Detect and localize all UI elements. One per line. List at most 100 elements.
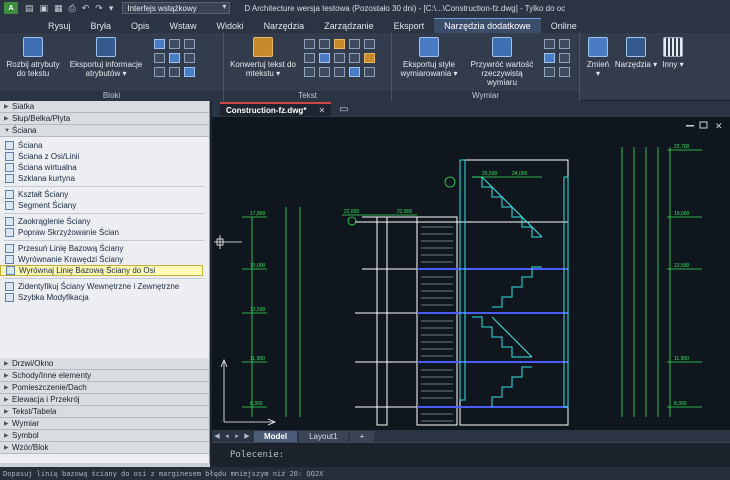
export-attributes-button[interactable]: Eksportuj informacje atrybutów ▾ <box>66 37 146 78</box>
text-tool-icon[interactable] <box>364 53 375 63</box>
add-layout-button[interactable]: + <box>349 430 375 442</box>
tool-palette: ▶ Siatka ▶ Słup/Belka/Płyta ▼ Ściana Ściana… <box>0 101 210 463</box>
undo-icon[interactable]: ↶ <box>82 3 90 14</box>
palette-item-wall[interactable]: Ściana <box>0 140 209 151</box>
tab-widoki[interactable]: Widoki <box>207 18 254 33</box>
text-tool-icon[interactable] <box>319 67 330 77</box>
workspace-select[interactable]: Interfejs wstążkowy <box>122 2 231 14</box>
tab-online[interactable]: Online <box>541 18 587 33</box>
palette-item-align-baseline-to-axis[interactable]: Wyrównaj Linię Bazową Ściany do Osi <box>0 265 203 276</box>
prev-layout-icon[interactable]: ◂ <box>222 432 232 440</box>
palette-item-align-edge[interactable]: Wyrównanie Krawędzi Ściany <box>0 254 209 265</box>
block-tool-icon[interactable] <box>154 53 165 63</box>
palette-item-wall-segment[interactable]: Segment Ściany <box>0 200 209 211</box>
palette-item-curtain-wall[interactable]: Szklana kurtyna <box>0 173 209 184</box>
text-tool-icon[interactable] <box>349 53 360 63</box>
tab-layout1[interactable]: Layout1 <box>299 430 348 442</box>
text-tool-icon[interactable] <box>349 67 360 77</box>
text-tool-icon[interactable] <box>304 67 315 77</box>
tools-button[interactable]: Narzędzia ▾ <box>614 37 658 69</box>
export-dim-styles-label: Eksportuj style wymiarowania ▾ <box>400 60 458 78</box>
block-tool-icon[interactable] <box>154 67 165 77</box>
app-logo[interactable]: A <box>0 0 22 16</box>
palette-item-wall-from-axis[interactable]: Ściana z Osi/Linii <box>0 151 209 162</box>
export-dim-styles-button[interactable]: Eksportuj style wymiarowania ▾ <box>396 37 462 78</box>
next-layout-icon[interactable]: ▸ <box>232 432 242 440</box>
palette-header-pattern[interactable]: ▶ Wzór/Blok <box>0 442 209 454</box>
text-tool-icon[interactable] <box>319 39 330 49</box>
palette-item-fix-intersection[interactable]: Popraw Skrzyżowanie Ścian <box>0 227 209 238</box>
tab-narzedzia[interactable]: Narzędzia <box>254 18 315 33</box>
palette-item-wall-fillet[interactable]: Zaokrąglenie Ściany <box>0 216 209 227</box>
text-tool-icon[interactable] <box>334 39 345 49</box>
dim-tool-icon[interactable] <box>559 39 570 49</box>
palette-item-quick-modify[interactable]: Szybka Modyfikacja <box>0 292 209 303</box>
redo-icon[interactable]: ↷ <box>95 3 103 14</box>
save-as-icon[interactable]: ▦ <box>54 3 63 14</box>
palette-header-room[interactable]: ▶ Pomieszczenie/Dach <box>0 382 209 394</box>
palette-item-wall-shape[interactable]: Kształt Ściany <box>0 189 209 200</box>
palette-header-text[interactable]: ▶ Tekst/Tabela <box>0 406 209 418</box>
print-icon[interactable]: ⎙ <box>69 3 76 14</box>
block-tool-icon[interactable] <box>154 39 165 49</box>
dim-tool-icon[interactable] <box>559 53 570 63</box>
tab-rysuj[interactable]: Rysuj <box>38 18 81 33</box>
tab-zarzadzanie[interactable]: Zarządzanie <box>314 18 384 33</box>
palette-item-move-baseline[interactable]: Przesuń Linię Bazową Ściany <box>0 243 209 254</box>
command-line[interactable]: Polecenie: <box>212 442 730 467</box>
block-tool-icon[interactable] <box>169 53 180 63</box>
open-icon[interactable]: ▤ <box>25 3 34 14</box>
new-document-icon[interactable]: ▭ <box>339 104 348 115</box>
block-tool-icon[interactable] <box>184 67 195 77</box>
document-tab-label: Construction-fz.dwg* <box>226 105 307 115</box>
text-tool-icon[interactable] <box>334 67 345 77</box>
palette-item-virtual-wall[interactable]: Ściana wirtualna <box>0 162 209 173</box>
dim-tool-icon[interactable] <box>544 39 555 49</box>
explode-attributes-button[interactable]: Rozbij atrybuty do tekstu <box>4 37 62 78</box>
close-icon[interactable]: ✕ <box>318 106 325 115</box>
dim-tool-icon[interactable] <box>559 67 570 77</box>
text-tool-icon[interactable] <box>364 39 375 49</box>
dim-tool-icon[interactable] <box>544 67 555 77</box>
first-layout-icon[interactable]: ◀ <box>212 432 222 440</box>
tab-bryla[interactable]: Bryła <box>81 18 122 33</box>
block-tool-icon[interactable] <box>184 53 195 63</box>
palette-header-sciana[interactable]: ▼ Ściana <box>0 125 209 137</box>
palette-header-dimension[interactable]: ▶ Wymiar <box>0 418 209 430</box>
save-icon[interactable]: ▣ <box>40 3 49 14</box>
text-tool-icon[interactable] <box>319 53 330 63</box>
tab-model[interactable]: Model <box>254 430 298 442</box>
group-title-bloki: Bloki <box>0 91 223 101</box>
convert-text-button[interactable]: Konwertuj tekst do mtekstu ▾ <box>228 37 298 78</box>
drawing-canvas[interactable]: ✕ 17,800 15,000 13,500 11,900 8,300 22,7… <box>212 117 730 430</box>
palette-header-slup[interactable]: ▶ Słup/Belka/Płyta <box>0 113 209 125</box>
tab-opis[interactable]: Opis <box>121 18 160 33</box>
palette-header-stairs[interactable]: ▶ Schody/Inne elementy <box>0 370 209 382</box>
text-tool-icon[interactable] <box>364 67 375 77</box>
last-layout-icon[interactable]: ▶ <box>242 432 252 440</box>
palette-item-identify-walls[interactable]: Zidentyfikuj Ściany Wewnętrzne i Zewnętr… <box>0 281 209 292</box>
palette-header-symbol[interactable]: ▶ Symbol <box>0 430 209 442</box>
text-tool-icon[interactable] <box>349 39 360 49</box>
tab-wstaw[interactable]: Wstaw <box>160 18 207 33</box>
text-tool-icon[interactable] <box>304 53 315 63</box>
dim-tool-icon[interactable] <box>544 53 555 63</box>
text-tool-icon[interactable] <box>334 53 345 63</box>
other-button[interactable]: Inny ▾ <box>658 37 688 69</box>
dropdown-icon[interactable]: ▾ <box>109 3 114 14</box>
document-tab[interactable]: Construction-fz.dwg* ✕ <box>220 102 332 116</box>
tab-eksport[interactable]: Eksport <box>384 18 435 33</box>
tab-narzedzia-dodatkowe[interactable]: Narzędzia dodatkowe <box>434 18 541 33</box>
palette-header-doors[interactable]: ▶ Drzwi/Okno <box>0 358 209 370</box>
palette-header-elevation[interactable]: ▶ Elewacja i Przekrój <box>0 394 209 406</box>
block-tool-icon[interactable] <box>184 39 195 49</box>
virtual-wall-icon <box>5 163 14 172</box>
block-tool-icon[interactable] <box>169 67 180 77</box>
expand-arrow-icon: ▶ <box>4 116 9 122</box>
restore-dim-value-button[interactable]: Przywróć wartość rzeczywistą wymiaru <box>466 37 538 87</box>
text-tool-icon[interactable] <box>304 39 315 49</box>
palette-header-siatka[interactable]: ▶ Siatka <box>0 101 209 113</box>
block-tool-icon[interactable] <box>169 39 180 49</box>
change-button[interactable]: Zmień ▾ <box>584 37 612 78</box>
export-attributes-icon <box>96 37 116 57</box>
